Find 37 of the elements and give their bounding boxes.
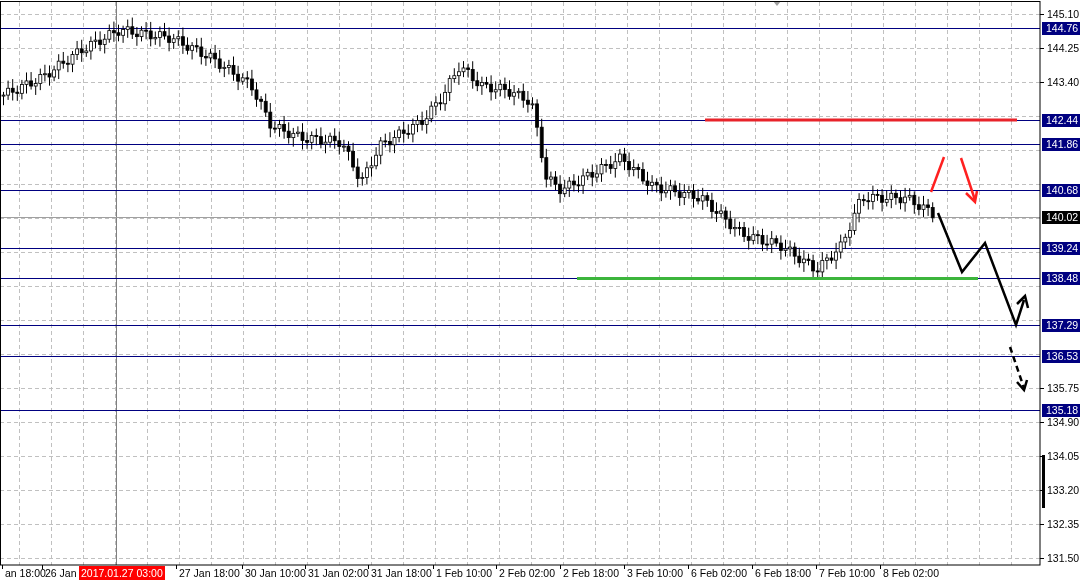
time-tick-label: 6 Feb 02:00: [691, 567, 748, 579]
reversal-arrows-drawing: [929, 156, 979, 205]
price-level-label: 138.48: [1042, 272, 1080, 285]
time-tick-label: 31 Jan 18:00: [371, 567, 432, 579]
price-level-label: 141.86: [1042, 138, 1080, 151]
price-tick-label: 132.35: [1047, 518, 1080, 530]
price-level-label: 142.44: [1042, 114, 1080, 127]
current-price-label: 140.02: [1042, 211, 1080, 224]
price-level-label: 137.29: [1042, 319, 1080, 332]
price-tick-label: 133.20: [1047, 484, 1080, 496]
price-tick-label: 144.25: [1047, 42, 1080, 54]
price-tick-label: 143.40: [1047, 76, 1080, 88]
price-scale-bar: [1042, 455, 1045, 508]
price-level-label: 140.68: [1042, 184, 1080, 197]
time-tick-label: 1 Feb 10:00: [436, 567, 493, 579]
price-level-label: 144.76: [1042, 22, 1080, 35]
time-tick-label: 30 Jan 10:00: [245, 567, 306, 579]
time-tick-label: 31 Jan 02:00: [308, 567, 369, 579]
marker-icon: [773, 1, 781, 6]
time-tick-label: 26 Jan: [45, 567, 77, 579]
price-level-label: 135.18: [1042, 404, 1080, 417]
time-tick-label: an 18:00: [5, 567, 46, 579]
price-tick-label: 131.50: [1047, 552, 1080, 564]
price-tick-label: 134.90: [1047, 416, 1080, 428]
time-tick-label: 2 Feb 02:00: [499, 567, 556, 579]
price-tick-label: 145.10: [1047, 8, 1080, 20]
price-tick-label: 134.05: [1047, 450, 1080, 462]
time-tick-label: 3 Feb 10:00: [627, 567, 684, 579]
price-level-label: 139.24: [1042, 242, 1080, 255]
time-tick-label: 7 Feb 10:00: [819, 567, 876, 579]
time-tick-label: 27 Jan 18:00: [179, 567, 240, 579]
time-tick-label: 8 Feb 02:00: [883, 567, 940, 579]
crosshair-time-label: 2017.01.27 03:00: [79, 566, 165, 580]
price-tick-label: 135.75: [1047, 382, 1080, 394]
time-tick-label: 2 Feb 18:00: [563, 567, 620, 579]
price-level-label: 136.53: [1042, 350, 1080, 363]
time-tick-label: 6 Feb 18:00: [755, 567, 812, 579]
